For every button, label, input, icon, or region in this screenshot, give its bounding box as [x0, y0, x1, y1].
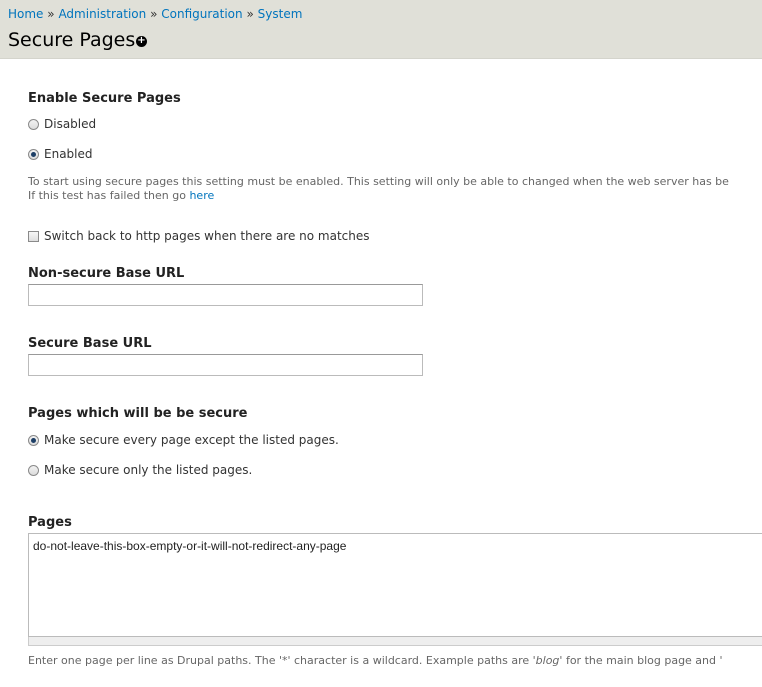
nonsecure-url-label: Non-secure Base URL: [28, 266, 185, 281]
breadcrumb-separator: »: [246, 7, 254, 21]
breadcrumb-configuration[interactable]: Configuration: [161, 7, 242, 21]
nonsecure-url-input[interactable]: [28, 284, 423, 306]
radio-secure-only-control[interactable]: [28, 464, 39, 476]
pages-description-suffix: ' for the main blog page and ': [559, 654, 723, 667]
pages-description-em: blog: [535, 654, 560, 667]
switch-back-checkbox[interactable]: Switch back to http pages when there are…: [28, 229, 370, 243]
enable-description-line2: If this test has failed then go: [28, 189, 190, 202]
switch-back-label[interactable]: Switch back to http pages when there are…: [44, 229, 370, 243]
textarea-resize-grip[interactable]: [28, 637, 762, 646]
pages-description-prefix: Enter one page per line as Drupal paths.…: [28, 654, 536, 667]
breadcrumb: Home » Administration » Configuration » …: [8, 7, 302, 21]
add-shortcut-icon[interactable]: +: [136, 36, 147, 47]
enable-description-line1: To start using secure pages this setting…: [28, 175, 729, 188]
secure-url-input[interactable]: [28, 354, 423, 376]
radio-enabled[interactable]: Enabled: [28, 147, 93, 161]
here-link[interactable]: here: [189, 189, 214, 202]
breadcrumb-home[interactable]: Home: [8, 7, 43, 21]
page-header: Home » Administration » Configuration » …: [0, 0, 762, 59]
radio-enabled-control[interactable]: [28, 148, 39, 160]
radio-secure-except-control[interactable]: [28, 434, 39, 446]
secure-url-label: Secure Base URL: [28, 336, 152, 351]
pages-description: Enter one page per line as Drupal paths.…: [28, 654, 723, 668]
breadcrumb-system[interactable]: System: [258, 7, 303, 21]
radio-disabled-label[interactable]: Disabled: [44, 117, 96, 131]
breadcrumb-separator: »: [47, 7, 55, 21]
page-title: Secure Pages: [8, 29, 136, 51]
breadcrumb-administration[interactable]: Administration: [58, 7, 146, 21]
breadcrumb-separator: »: [150, 7, 158, 21]
enable-description: To start using secure pages this setting…: [28, 175, 729, 203]
pages-secure-label: Pages which will be be secure: [28, 406, 248, 421]
enable-secure-pages-label: Enable Secure Pages: [28, 91, 181, 106]
pages-label: Pages: [28, 515, 72, 530]
pages-textarea[interactable]: do-not-leave-this-box-empty-or-it-will-n…: [28, 533, 762, 637]
radio-disabled-control[interactable]: [28, 118, 39, 130]
radio-secure-only-label[interactable]: Make secure only the listed pages.: [44, 463, 252, 477]
radio-secure-only[interactable]: Make secure only the listed pages.: [28, 463, 252, 477]
radio-secure-except-label[interactable]: Make secure every page except the listed…: [44, 433, 339, 447]
radio-enabled-label[interactable]: Enabled: [44, 147, 93, 161]
radio-secure-except[interactable]: Make secure every page except the listed…: [28, 433, 339, 447]
switch-back-checkbox-control[interactable]: [28, 230, 39, 242]
radio-disabled[interactable]: Disabled: [28, 117, 96, 131]
